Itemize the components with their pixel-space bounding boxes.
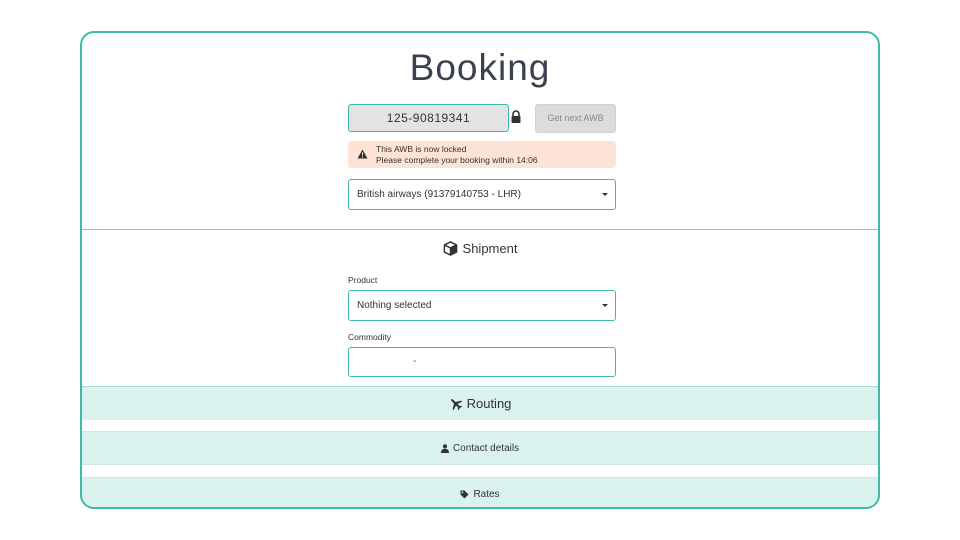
awb-locked-alert: This AWB is now locked Please complete y… (348, 141, 616, 168)
commodity-label: Commodity (348, 332, 391, 342)
alert-line-timer: Please complete your booking within 14:0… (376, 155, 538, 165)
contact-details-label: Contact details (452, 442, 520, 454)
shipment-heading: Shipment (82, 239, 878, 257)
box-icon (443, 240, 457, 256)
carrier-select-value: British airways (91379140753 - LHR) (357, 189, 521, 200)
plane-icon (450, 398, 462, 410)
chevron-down-icon (602, 193, 608, 196)
rates-label: Rates (473, 489, 500, 500)
routing-section-toggle[interactable]: Routing (82, 386, 878, 420)
user-icon (440, 443, 449, 453)
alert-line-locked: This AWB is now locked (376, 144, 467, 154)
tag-icon (460, 490, 469, 499)
page-title: Booking (409, 47, 551, 88)
routing-label: Routing (466, 396, 512, 411)
contact-details-section-toggle[interactable]: Contact details (82, 431, 878, 465)
chevron-down-icon (602, 304, 608, 307)
warning-icon (357, 149, 368, 159)
commodity-value: - (413, 356, 417, 367)
commodity-field[interactable]: - (348, 347, 616, 377)
product-select[interactable]: Nothing selected (348, 290, 616, 321)
section-divider (82, 229, 878, 230)
carrier-select[interactable]: British airways (91379140753 - LHR) (348, 179, 616, 210)
product-select-value: Nothing selected (357, 300, 432, 311)
shipment-heading-label: Shipment (462, 240, 518, 256)
lock-icon (511, 110, 521, 123)
get-next-awb-button[interactable]: Get next AWB (535, 104, 616, 133)
product-label: Product (348, 275, 378, 285)
booking-card: Booking 125-90819341 Get next AWB This A… (80, 31, 880, 509)
awb-number-field[interactable]: 125-90819341 (348, 104, 509, 132)
rates-section-toggle[interactable]: Rates (82, 477, 878, 507)
